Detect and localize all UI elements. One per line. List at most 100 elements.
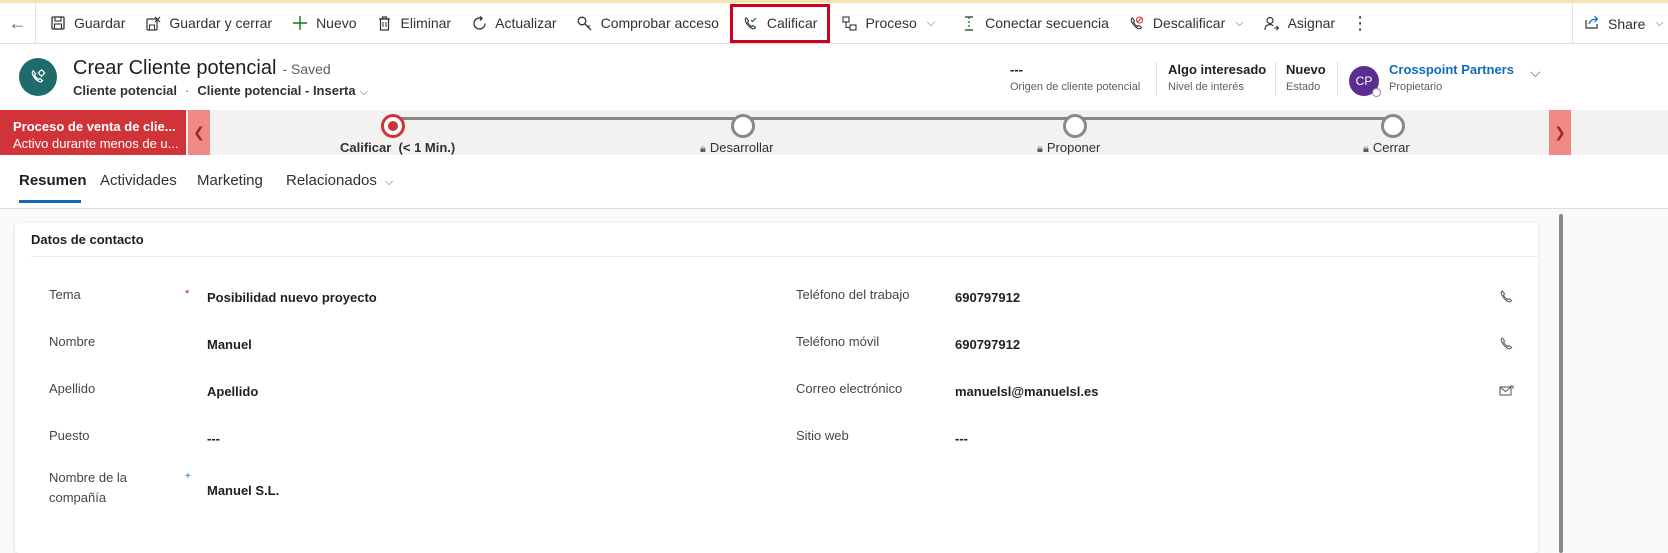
header-field-interest-level[interactable]: Algo interesado Nivel de interés: [1168, 62, 1266, 93]
field-value-nombre-compania[interactable]: Manuel S.L.: [207, 483, 279, 498]
lock-icon: 🔒︎: [700, 143, 706, 155]
header-field-status[interactable]: Nuevo Estado: [1286, 62, 1326, 93]
tab-resumen[interactable]: Resumen: [19, 172, 87, 189]
chevron-down-icon: ⌵: [1655, 17, 1664, 29]
field-label-tema: Tema: [49, 287, 81, 302]
header-divider: [1275, 62, 1276, 96]
lead-entity-icon: [19, 58, 57, 96]
phone-icon[interactable]: [1498, 289, 1514, 305]
back-arrow-icon: ←: [8, 12, 27, 33]
key-icon: [577, 15, 593, 31]
new-button[interactable]: Nuevo: [282, 3, 366, 44]
phone-check-icon: [743, 15, 759, 31]
record-subtitle: Cliente potencial · Cliente potencial - In…: [73, 83, 368, 98]
field-value-telefono-trabajo[interactable]: 690797912: [955, 290, 1020, 305]
trash-icon: [377, 15, 393, 31]
qualify-button[interactable]: Calificar: [729, 3, 832, 44]
header-field-lead-source[interactable]: --- Origen de cliente potencial: [1010, 62, 1140, 93]
plus-icon: [292, 15, 308, 31]
section-divider: [31, 256, 1538, 257]
save-and-close-button[interactable]: Guardar y cerrar: [135, 3, 282, 44]
stage-label-proponer[interactable]: 🔒︎ Proponer: [1037, 140, 1100, 156]
header-divider: [1337, 62, 1338, 96]
record-header: Crear Cliente potencial - Saved Cliente p…: [0, 44, 1668, 110]
process-button[interactable]: Proceso ⌵: [831, 3, 945, 44]
check-access-button[interactable]: Comprobar acceso: [567, 3, 729, 44]
save-icon: [50, 15, 66, 31]
process-track: Calificar (< 1 Min.) 🔒︎ Desarrollar 🔒︎ Pro…: [340, 114, 1410, 155]
lock-icon: 🔒︎: [1037, 143, 1043, 155]
field-value-puesto[interactable]: ---: [207, 431, 220, 446]
record-title: Crear Cliente potencial - Saved: [73, 57, 331, 79]
field-label-sitio-web: Sitio web: [796, 428, 849, 443]
field-value-apellido[interactable]: Apellido: [207, 384, 258, 399]
field-label-nombre-compania: Nombre de la compañía: [49, 470, 128, 505]
field-value-correo[interactable]: manuelsl@manuelsl.es: [955, 384, 1098, 399]
chevron-down-icon: ⌵: [384, 176, 394, 188]
lock-icon: 🔒︎: [1363, 143, 1369, 155]
tab-actividades[interactable]: Actividades: [100, 172, 177, 189]
more-icon: ⋮: [1351, 12, 1370, 33]
field-label-nombre: Nombre: [49, 334, 96, 349]
back-button[interactable]: ←: [0, 2, 36, 44]
form-tabs: Resumen Actividades Marketing Relacionad…: [0, 155, 1668, 209]
presence-status-icon: [1372, 88, 1381, 97]
chevron-down-icon: ⌵: [1235, 16, 1244, 29]
stage-label-cerrar[interactable]: 🔒︎ Cerrar: [1363, 140, 1410, 156]
owner-link[interactable]: Crosspoint Partners: [1389, 62, 1514, 77]
save-button[interactable]: Guardar: [36, 3, 135, 44]
save-close-icon: [145, 15, 161, 31]
sequence-icon: [961, 15, 977, 31]
person-assign-icon: [1264, 15, 1280, 31]
header-divider: [1156, 62, 1157, 96]
chevron-left-icon: ❮: [193, 124, 205, 140]
chevron-right-icon: ❯: [1554, 124, 1566, 140]
header-expand-chevron-icon[interactable]: ⌵: [1530, 64, 1541, 81]
field-value-nombre[interactable]: Manuel: [207, 337, 252, 352]
stage-label-desarrollar[interactable]: 🔒︎ Desarrollar: [700, 140, 773, 156]
vertical-scrollbar[interactable]: [1557, 210, 1565, 553]
owner-label: Propietario: [1389, 81, 1443, 93]
connect-sequence-button[interactable]: Conectar secuencia: [945, 3, 1119, 44]
entity-name: Cliente potencial: [73, 83, 178, 98]
field-value-sitio-web[interactable]: ---: [955, 431, 968, 446]
command-bar: ← Guardar Guardar y cerrar Nuevo Elimina…: [0, 0, 1668, 44]
chevron-down-icon: ⌵: [926, 16, 936, 29]
tab-relacionados[interactable]: Relacionados ⌵: [286, 172, 393, 189]
field-label-puesto: Puesto: [49, 428, 90, 443]
save-status: - Saved: [282, 61, 331, 77]
section-title: Datos de contacto: [31, 232, 144, 247]
share-icon: [1585, 15, 1600, 32]
refresh-icon: [471, 15, 487, 31]
stage-node-cerrar[interactable]: [1381, 114, 1405, 138]
business-process-flow: Proceso de venta de clie... Activo duran…: [0, 110, 1668, 155]
field-value-telefono-movil[interactable]: 690797912: [955, 337, 1020, 352]
phone-icon[interactable]: [1498, 336, 1514, 352]
share-button[interactable]: Share ⌵: [1572, 3, 1668, 44]
stage-node-proponer[interactable]: [1063, 114, 1087, 138]
tab-marketing[interactable]: Marketing: [197, 172, 263, 189]
stage-label-calificar[interactable]: Calificar (< 1 Min.): [340, 140, 455, 155]
process-name-flyout[interactable]: Proceso de venta de clie... Activo duran…: [0, 110, 186, 155]
refresh-button[interactable]: Actualizar: [461, 3, 566, 44]
field-value-tema[interactable]: Posibilidad nuevo proyecto: [207, 290, 377, 305]
scrollbar-thumb[interactable]: [1559, 214, 1563, 553]
active-tab-indicator: [19, 200, 81, 203]
recommended-indicator: +: [185, 471, 191, 482]
phone-cancel-icon: [1129, 15, 1145, 31]
next-stage-button[interactable]: ❯: [1549, 110, 1571, 155]
chevron-down-icon[interactable]: ⌵: [360, 86, 368, 98]
more-commands-button[interactable]: ⋮: [1345, 3, 1375, 44]
assign-button[interactable]: Asignar: [1254, 3, 1345, 44]
stage-node-calificar[interactable]: [381, 114, 405, 138]
field-label-apellido: Apellido: [49, 381, 96, 396]
contact-section: Datos de contacto Tema * Posibilidad nue…: [15, 223, 1538, 553]
previous-stage-button[interactable]: ❮: [188, 110, 210, 155]
field-label-correo: Correo electrónico: [796, 381, 903, 396]
stage-node-desarrollar[interactable]: [731, 114, 755, 138]
email-icon[interactable]: [1498, 383, 1514, 399]
disqualify-button[interactable]: Descalificar ⌵: [1119, 3, 1254, 44]
delete-button[interactable]: Eliminar: [367, 3, 462, 44]
required-indicator: *: [185, 288, 190, 300]
form-selector[interactable]: Cliente potencial - Inserta: [197, 83, 355, 98]
